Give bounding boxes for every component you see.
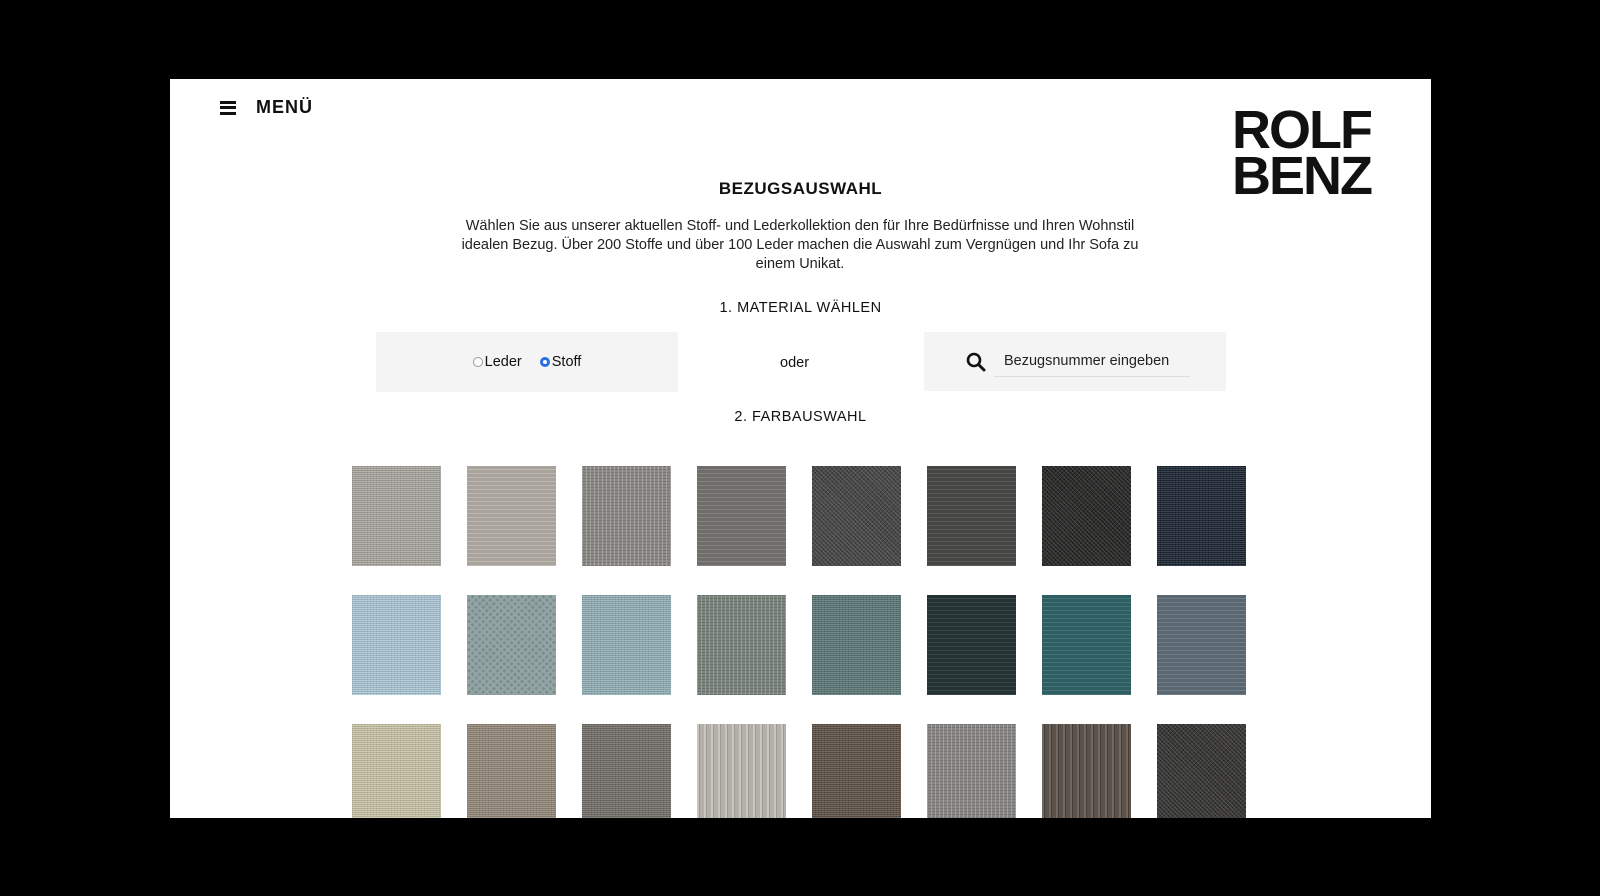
swatch-grid	[352, 466, 1246, 818]
fabric-swatch[interactable]	[812, 595, 901, 695]
search-icon[interactable]	[966, 352, 986, 372]
fabric-swatch[interactable]	[352, 466, 441, 566]
cover-search	[924, 332, 1226, 391]
fabric-swatch[interactable]	[697, 466, 786, 566]
fabric-swatch[interactable]	[582, 724, 671, 818]
material-selector: Leder Stoff	[376, 332, 678, 392]
fabric-swatch[interactable]	[927, 466, 1016, 566]
fabric-swatch[interactable]	[1157, 466, 1246, 566]
cover-number-input[interactable]	[994, 346, 1190, 377]
or-label: oder	[780, 355, 810, 371]
page-title: BEZUGSAUSWAHL	[718, 179, 883, 198]
fabric-swatch[interactable]	[467, 466, 556, 566]
fabric-swatch[interactable]	[582, 466, 671, 566]
intro-text: Wählen Sie aus unserer aktuellen Stoff- …	[461, 218, 1139, 272]
step-1-heading: 1. MATERIAL WÄHLEN	[719, 300, 882, 316]
fabric-swatch[interactable]	[467, 595, 556, 695]
fabric-swatch[interactable]	[927, 595, 1016, 695]
fabric-swatch[interactable]	[927, 724, 1016, 818]
fabric-swatch[interactable]	[812, 724, 901, 818]
material-label-stoff: Stoff	[551, 354, 582, 370]
fabric-swatch[interactable]	[1157, 595, 1246, 695]
radio-stoff[interactable]	[539, 357, 550, 367]
radio-leder[interactable]	[472, 357, 483, 367]
fabric-swatch[interactable]	[352, 595, 441, 695]
fabric-swatch[interactable]	[1042, 466, 1131, 566]
fabric-swatch[interactable]	[697, 595, 786, 695]
fabric-swatch[interactable]	[352, 724, 441, 818]
material-label-leder: Leder	[484, 354, 522, 370]
fabric-swatch[interactable]	[1042, 724, 1131, 818]
fabric-swatch[interactable]	[697, 724, 786, 818]
material-option-leder[interactable]: Leder	[472, 354, 522, 370]
page: MENÜ ROLF BENZ BEZUGSAUSWAHL Wählen Sie …	[170, 79, 1431, 818]
material-option-stoff[interactable]: Stoff	[539, 354, 582, 370]
fabric-swatch[interactable]	[467, 724, 556, 818]
fabric-swatch[interactable]	[812, 466, 901, 566]
hamburger-icon	[220, 100, 236, 115]
fabric-swatch[interactable]	[582, 595, 671, 695]
fabric-swatch[interactable]	[1042, 595, 1131, 695]
fabric-swatch[interactable]	[1157, 724, 1246, 818]
step-2-heading: 2. FARBAUSWAHL	[734, 409, 867, 425]
menu-label: MENÜ	[256, 97, 313, 117]
menu-button[interactable]: MENÜ	[220, 97, 313, 118]
